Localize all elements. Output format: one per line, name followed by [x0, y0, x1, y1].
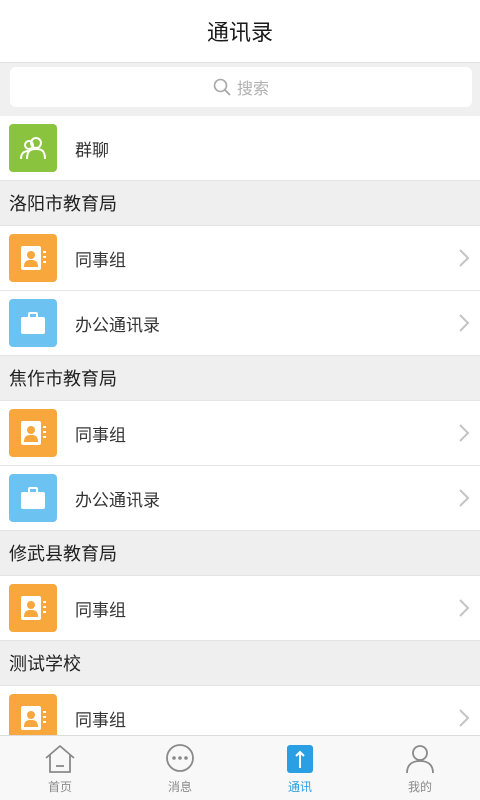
section-header-luoyang: 洛阳市教育局	[0, 181, 480, 226]
contacts-list: 群聊 洛阳市教育局 同事组 办公通讯录 焦作市教育局 同事组 办公通讯录 修武县…	[0, 116, 480, 751]
list-item-office-directory[interactable]: 办公通讯录	[0, 291, 480, 356]
list-item-label: 同事组	[75, 600, 126, 621]
list-item-colleague-group[interactable]: 同事组	[0, 226, 480, 291]
tab-profile[interactable]: 我的	[360, 736, 480, 800]
contacts-icon	[287, 745, 313, 773]
list-item-label: 同事组	[75, 250, 126, 271]
colleague-icon	[9, 584, 57, 632]
group-chat-label: 群聊	[75, 140, 109, 161]
search-placeholder: 搜索	[236, 79, 269, 98]
tab-label: 我的	[407, 780, 432, 794]
chevron-right-icon	[459, 314, 470, 332]
chevron-right-icon	[459, 489, 470, 507]
message-icon	[166, 744, 194, 772]
briefcase-icon	[9, 299, 57, 347]
list-item-label: 办公通讯录	[75, 490, 160, 511]
section-header-jiaozuo: 焦作市教育局	[0, 356, 480, 401]
tab-contacts[interactable]: 通讯	[240, 736, 360, 800]
chevron-right-icon	[459, 709, 470, 727]
colleague-icon	[9, 409, 57, 457]
search-input[interactable]: 搜索	[10, 67, 472, 107]
tab-label: 首页	[47, 780, 72, 794]
group-chat-icon	[9, 124, 57, 172]
chevron-right-icon	[459, 424, 470, 442]
list-item-colleague-group[interactable]: 同事组	[0, 576, 480, 641]
tab-messages[interactable]: 消息	[120, 736, 240, 800]
tab-label: 消息	[167, 780, 192, 794]
top-bar: 通讯录	[0, 0, 480, 63]
list-item-label: 办公通讯录	[75, 315, 160, 336]
list-item-colleague-group[interactable]: 同事组	[0, 401, 480, 466]
profile-icon	[406, 745, 434, 774]
search-icon	[213, 78, 231, 96]
list-item-label: 同事组	[75, 425, 126, 446]
section-header-xiuwu: 修武县教育局	[0, 531, 480, 576]
page-title: 通讯录	[206, 21, 273, 46]
chevron-right-icon	[459, 249, 470, 267]
briefcase-icon	[9, 474, 57, 522]
tab-label: 通讯	[287, 780, 312, 794]
section-header-test-school: 测试学校	[0, 641, 480, 686]
tab-home[interactable]: 首页	[0, 736, 120, 800]
group-chat-row[interactable]: 群聊	[0, 116, 480, 181]
bottom-tab-bar: 首页 消息 通讯 我的	[0, 735, 480, 800]
search-area: 搜索	[0, 63, 480, 115]
chevron-right-icon	[459, 599, 470, 617]
list-item-office-directory[interactable]: 办公通讯录	[0, 466, 480, 531]
home-icon	[45, 745, 75, 773]
list-item-label: 同事组	[75, 710, 126, 731]
colleague-icon	[9, 234, 57, 282]
